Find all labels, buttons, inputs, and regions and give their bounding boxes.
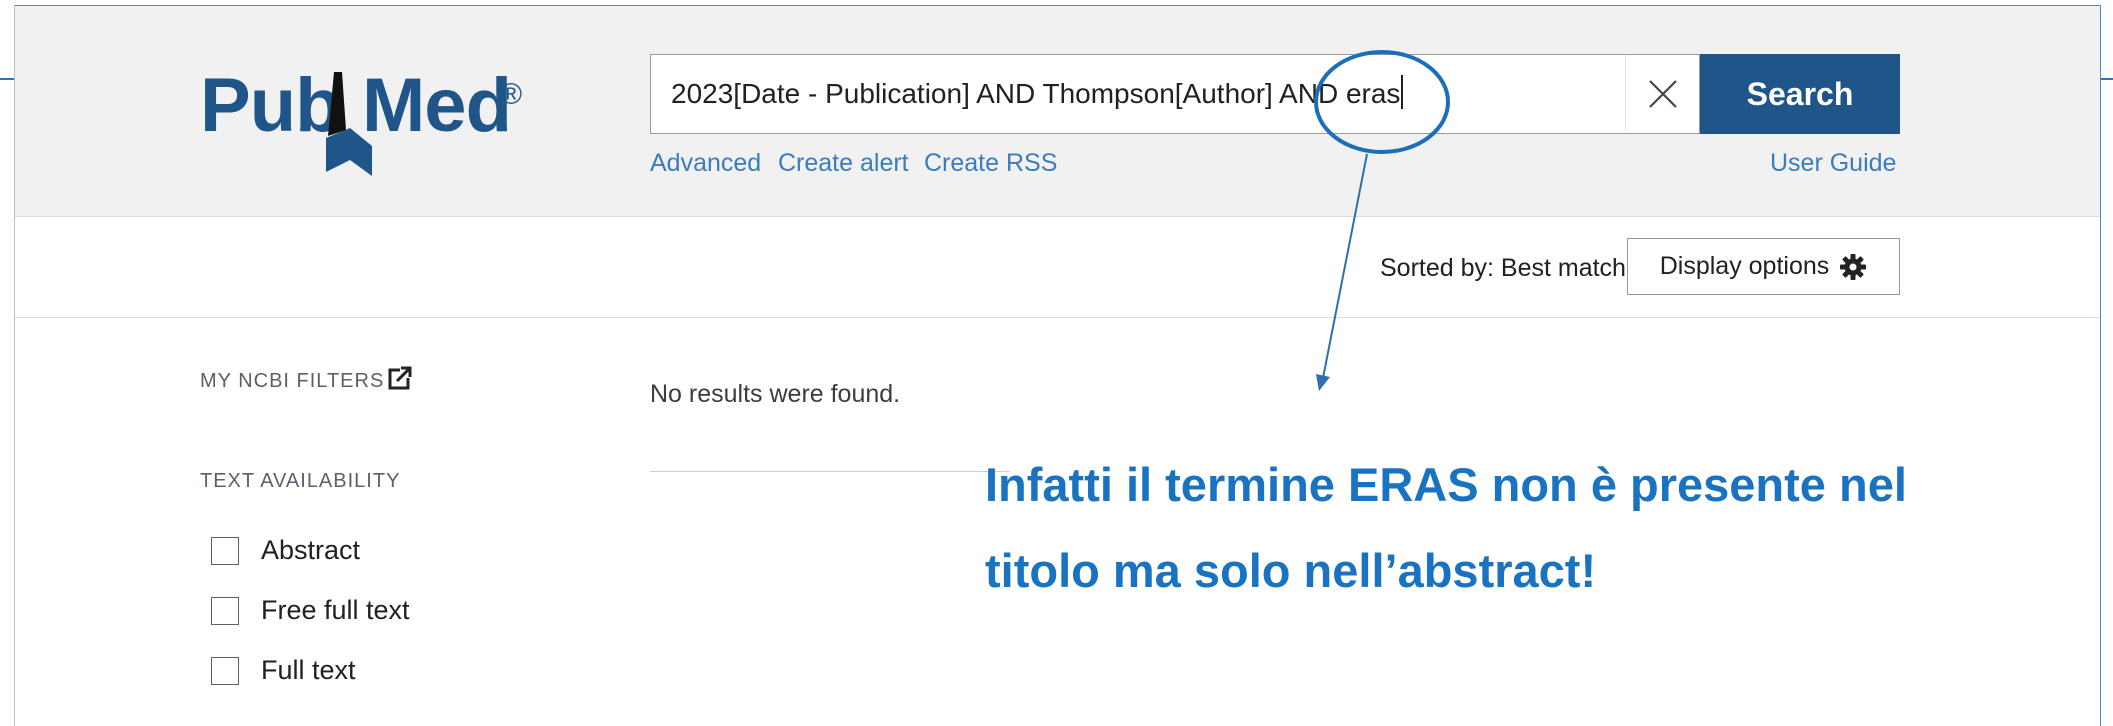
- checkbox[interactable]: [211, 536, 239, 565]
- annotation-callout: Infatti il termine ERAS non è presente n…: [985, 442, 1985, 614]
- display-options-button[interactable]: Display options: [1627, 238, 1900, 295]
- display-options-label: Display options: [1659, 252, 1830, 280]
- pubmed-logo[interactable]: Pub Med ®: [200, 42, 540, 176]
- my-ncbi-filters-heading: MY NCBI FILTERS: [200, 370, 385, 392]
- no-results-message: No results were found.: [650, 380, 901, 408]
- search-button[interactable]: Search: [1700, 54, 1900, 134]
- close-icon: [1648, 80, 1677, 108]
- search-query-text: 2023[Date - Publication] AND Thompson[Au…: [671, 78, 1401, 109]
- checkbox[interactable]: [211, 656, 239, 685]
- create-alert-link[interactable]: Create alert: [778, 149, 909, 178]
- filter-label: Abstract: [261, 535, 361, 565]
- slide-rule-left: [0, 78, 14, 80]
- text-availability-heading: TEXT AVAILABILITY: [200, 470, 401, 492]
- header: Pub Med ® 2023[Date - Publication] AND T…: [15, 6, 2100, 217]
- logo-med-text: Med: [362, 63, 512, 148]
- slide-rule-right: [2099, 78, 2113, 80]
- search-input[interactable]: 2023[Date - Publication] AND Thompson[Au…: [650, 54, 1700, 134]
- annotation-line-2: titolo ma solo nell’abstract!: [985, 544, 1597, 597]
- user-guide-link[interactable]: User Guide: [1770, 149, 1896, 178]
- filter-free-full-text[interactable]: Free full text: [211, 595, 410, 626]
- text-caret: [1401, 75, 1404, 109]
- sort-order-label[interactable]: Sorted by: Best match: [1380, 254, 1626, 283]
- results-toolbar: Sorted by: Best match Display options: [15, 216, 2100, 318]
- filter-abstract[interactable]: Abstract: [211, 535, 360, 566]
- filter-full-text[interactable]: Full text: [211, 655, 356, 686]
- filter-label: Full text: [261, 655, 356, 685]
- browser-screenshot-frame: Pub Med ® 2023[Date - Publication] AND T…: [14, 5, 2101, 726]
- advanced-link[interactable]: Advanced: [650, 149, 761, 178]
- annotation-line-1: Infatti il termine ERAS non è presente n…: [985, 458, 1907, 511]
- gear-icon: [1840, 253, 1867, 280]
- create-rss-link[interactable]: Create RSS: [924, 149, 1057, 178]
- checkbox[interactable]: [211, 596, 239, 625]
- external-link-icon[interactable]: [388, 366, 412, 390]
- logo-registered-mark: ®: [500, 78, 522, 111]
- results-divider: [650, 471, 1010, 472]
- filter-label: Free full text: [261, 595, 410, 625]
- clear-search-button[interactable]: [1625, 54, 1700, 134]
